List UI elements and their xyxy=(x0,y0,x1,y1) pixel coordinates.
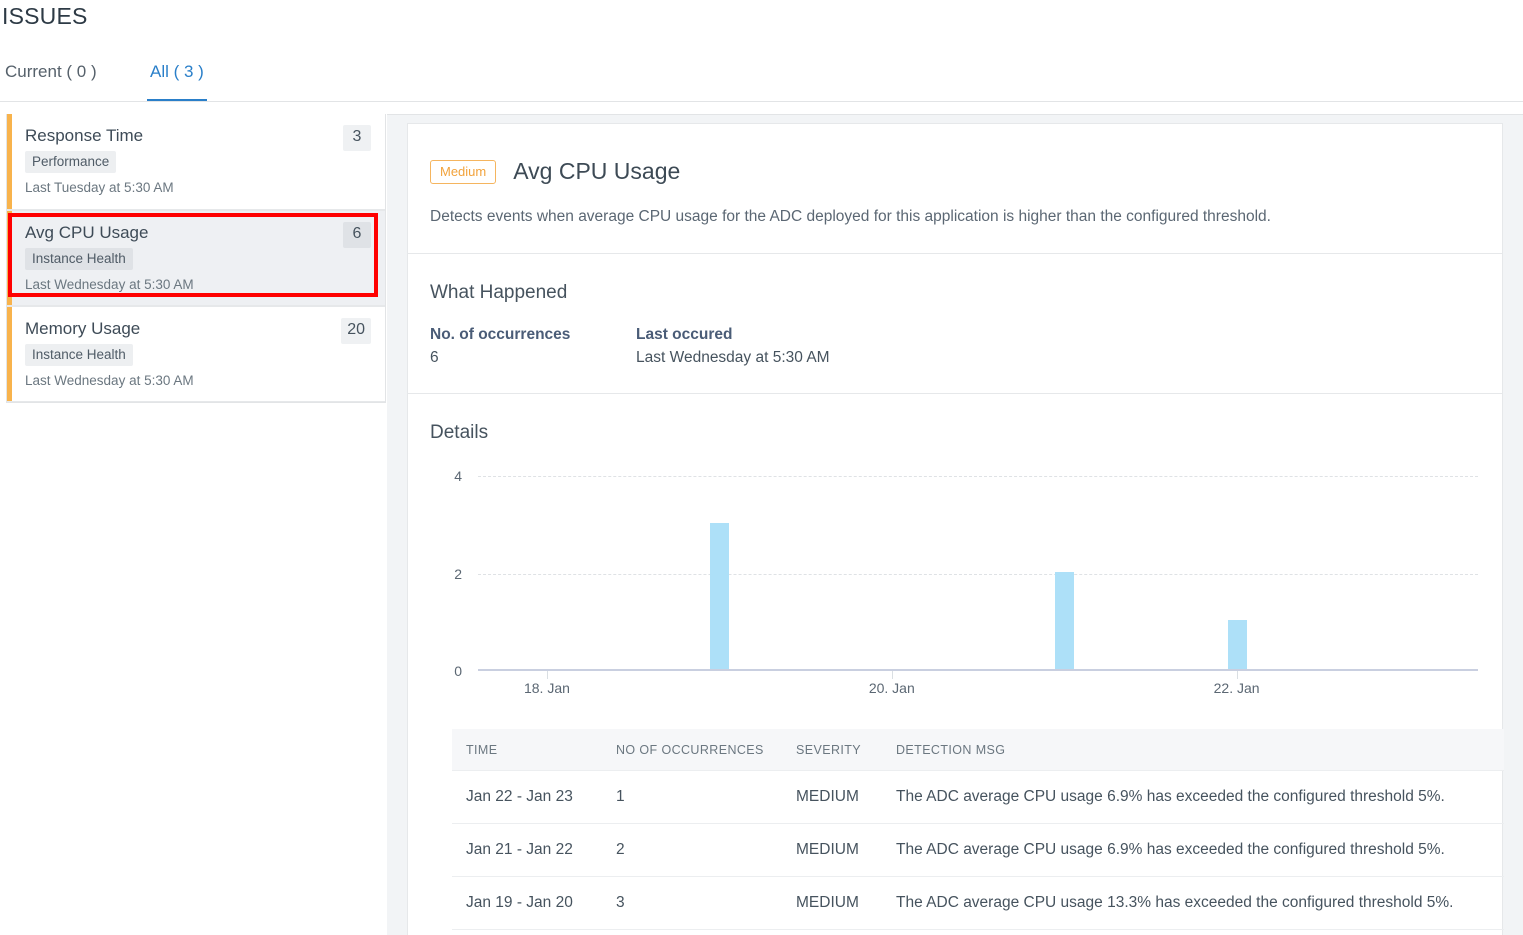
column-header-detection-msg: DETECTION MSG xyxy=(882,729,1504,771)
issue-timestamp: Last Wednesday at 5:30 AM xyxy=(25,373,194,388)
status-badge: Medium xyxy=(430,159,497,184)
issue-category-tag: Instance Health xyxy=(25,344,133,366)
chart-x-axis: 18. Jan 20. Jan 22. Jan xyxy=(478,671,1478,703)
column-header-time: TIME xyxy=(452,729,602,771)
chart-plot-area: 0 2 4 xyxy=(454,468,1478,679)
detail-title: Avg CPU Usage xyxy=(513,158,681,184)
issue-detail-card: Medium Avg CPU Usage Detects events when… xyxy=(407,123,1504,935)
cell-severity: MEDIUM xyxy=(782,876,882,930)
column-header-occurrences: NO OF OCCURRENCES xyxy=(602,729,782,771)
issue-category-tag: Performance xyxy=(25,151,117,173)
chart-x-tick-mark xyxy=(891,671,893,679)
chart-x-tick-mark xyxy=(546,671,548,679)
cell-occurrences: 1 xyxy=(602,770,782,824)
page-title: ISSUES xyxy=(2,3,88,29)
issue-card-memory-usage[interactable]: Memory Usage Instance Health Last Wednes… xyxy=(7,306,385,402)
cell-detection-msg: The ADC average CPU usage 6.9% has excee… xyxy=(882,770,1504,824)
cell-time: Jan 19 - Jan 20 xyxy=(452,876,602,930)
cell-time: Jan 21 - Jan 22 xyxy=(452,823,602,877)
issues-page: ISSUES Current ( 0 ) All ( 3 ) Response … xyxy=(0,0,1523,935)
issue-count-badge: 6 xyxy=(343,222,371,248)
chart-x-tick-label: 20. Jan xyxy=(868,680,915,696)
chart-x-tick-label: 18. Jan xyxy=(523,680,570,696)
issue-list: Response Time Performance Last Tuesday a… xyxy=(6,114,386,403)
chart-x-tick-label: 22. Jan xyxy=(1213,680,1260,696)
cell-occurrences: 3 xyxy=(602,876,782,930)
issue-count-badge: 3 xyxy=(343,125,371,151)
chart-y-tick-label: 0 xyxy=(454,663,462,679)
what-happened-title: What Happened xyxy=(430,282,568,303)
what-happened-section: What Happened No. of occurrences 6 Last … xyxy=(408,254,1502,394)
chart-x-tick-mark xyxy=(1236,671,1238,679)
occurrences-bar-chart: 0 2 4 18. Jan 20. Jan 22. Jan xyxy=(430,466,1480,711)
cell-severity: MEDIUM xyxy=(782,770,882,824)
chart-gridline xyxy=(478,573,1478,575)
cell-severity: MEDIUM xyxy=(782,823,882,877)
last-occured-value: Last Wednesday at 5:30 AM xyxy=(636,349,830,366)
issue-card-response-time[interactable]: Response Time Performance Last Tuesday a… xyxy=(7,114,385,210)
cell-occurrences: 2 xyxy=(602,823,782,877)
table-body: Jan 22 - Jan 23 1 MEDIUM The ADC average CP… xyxy=(452,770,1504,930)
chart-bar[interactable] xyxy=(1055,571,1075,669)
tab-all[interactable]: All ( 3 ) xyxy=(147,62,207,101)
chart-bar[interactable] xyxy=(710,522,730,669)
tab-current[interactable]: Current ( 0 ) xyxy=(2,62,100,101)
occurrences-field: No. of occurrences 6 xyxy=(430,326,610,367)
detail-header: Medium Avg CPU Usage Detects events when… xyxy=(408,124,1502,254)
occurrences-table: TIME NO OF OCCURRENCES SEVERITY DETECTIO… xyxy=(452,729,1504,930)
cell-time: Jan 22 - Jan 23 xyxy=(452,770,602,824)
occurrences-value: 6 xyxy=(430,349,439,366)
last-occured-label: Last occured xyxy=(636,326,733,343)
column-header-severity: SEVERITY xyxy=(782,729,882,771)
detail-description: Detects events when average CPU usage fo… xyxy=(430,208,1271,225)
issue-name: Memory Usage xyxy=(25,319,141,338)
issue-name: Avg CPU Usage xyxy=(25,223,149,242)
cell-detection-msg: The ADC average CPU usage 13.3% has exce… xyxy=(882,876,1504,930)
issue-timestamp: Last Wednesday at 5:30 AM xyxy=(25,277,194,292)
details-section: Details 0 2 4 18. Jan 20. Jan 22. Jan TIME N… xyxy=(408,394,1504,930)
chart-gridline xyxy=(478,476,1478,477)
table-row[interactable]: Jan 21 - Jan 22 2 MEDIUM The ADC average CP… xyxy=(452,823,1504,877)
issue-name: Response Time xyxy=(25,126,144,145)
cell-detection-msg: The ADC average CPU usage 6.9% has excee… xyxy=(882,823,1504,877)
issue-card-avg-cpu-usage[interactable]: Avg CPU Usage Instance Health Last Wedne… xyxy=(7,210,385,306)
last-occured-field: Last occured Last Wednesday at 5:30 AM xyxy=(636,326,830,367)
table-row[interactable]: Jan 22 - Jan 23 1 MEDIUM The ADC average CP… xyxy=(452,770,1504,824)
issue-timestamp: Last Tuesday at 5:30 AM xyxy=(25,180,174,195)
chart-y-tick-label: 4 xyxy=(454,468,462,484)
table-row[interactable]: Jan 19 - Jan 20 3 MEDIUM The ADC average CP… xyxy=(452,876,1504,930)
chart-bar[interactable] xyxy=(1227,620,1247,669)
tab-bar: Current ( 0 ) All ( 3 ) xyxy=(0,62,1523,102)
issue-category-tag: Instance Health xyxy=(25,248,133,270)
table-header-row: TIME NO OF OCCURRENCES SEVERITY DETECTIO… xyxy=(452,729,1504,771)
chart-y-tick-label: 2 xyxy=(454,565,462,582)
issue-count-badge: 20 xyxy=(341,318,371,344)
issue-detail-pane: Medium Avg CPU Usage Detects events when… xyxy=(387,114,1523,935)
details-title: Details xyxy=(430,422,489,443)
occurrences-label: No. of occurrences xyxy=(430,326,571,343)
